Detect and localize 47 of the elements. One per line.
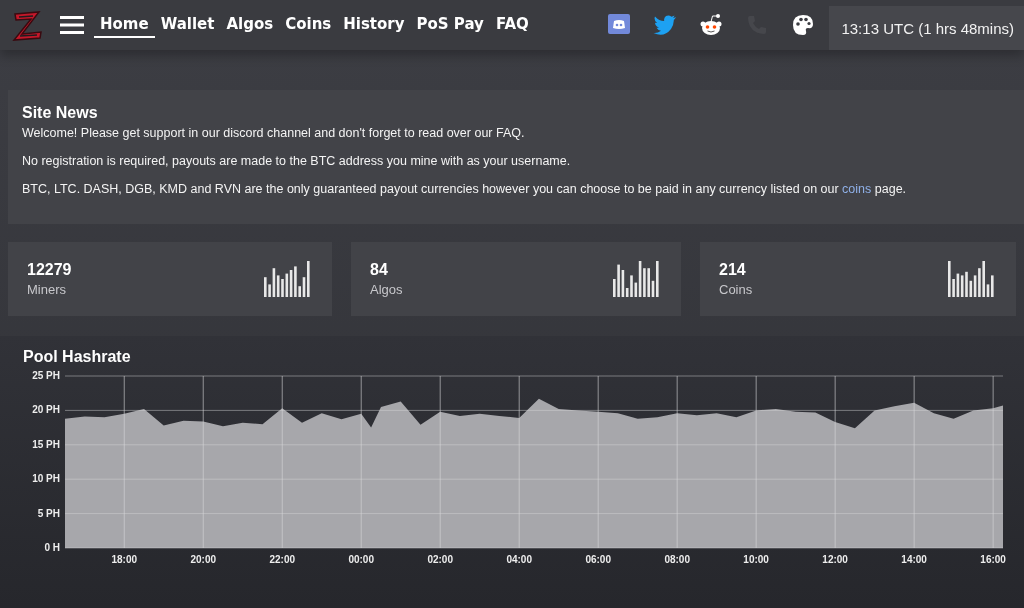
server-time: 13:13 UTC (1 hrs 48mins) (829, 6, 1024, 50)
nav-link[interactable]: Home (94, 12, 155, 38)
reddit-alien-icon[interactable] (699, 13, 724, 37)
x-axis-label: 14:00 (901, 554, 927, 565)
stat-label: Coins (719, 282, 753, 297)
x-axis-label: 18:00 (111, 554, 138, 565)
nav-link[interactable]: History (337, 12, 411, 38)
y-axis-label: 15 PH (32, 438, 60, 450)
y-axis-label: 5 PH (37, 507, 60, 519)
discord-icon[interactable] (607, 13, 632, 37)
x-axis-label: 08:00 (664, 554, 690, 565)
nav-link[interactable]: FAQ (489, 12, 535, 38)
nav-link[interactable]: Algos (220, 12, 280, 38)
x-axis-label: 22:00 (269, 554, 295, 565)
stat-value: 214 (719, 261, 747, 279)
x-axis-label: 06:00 (585, 554, 611, 565)
chart-title: Pool Hashrate (23, 348, 132, 366)
x-axis-label: 02:00 (427, 554, 453, 565)
stat-value: 84 (370, 261, 389, 279)
news-text: page. (874, 182, 907, 196)
stat-label: Miners (27, 282, 67, 297)
palette-icon[interactable] (791, 13, 816, 37)
x-axis-label: 00:00 (348, 554, 374, 565)
stat-label: Algos (370, 282, 403, 297)
nav-link[interactable]: Wallet (154, 12, 221, 38)
x-axis-label: 12:00 (822, 554, 848, 565)
stat-value: 12279 (27, 261, 72, 279)
y-axis-label: 25 PH (32, 370, 60, 381)
sparkline-bars (613, 261, 661, 297)
menu-icon[interactable] (60, 15, 84, 35)
nav-link[interactable]: PoS Pay (410, 12, 490, 38)
x-axis-label: 16:00 (980, 554, 1006, 565)
x-axis-label: 04:00 (506, 554, 532, 565)
news-text: No registration is required, payouts are made to the BTC address you mine with as your username. (22, 154, 572, 168)
coins-link[interactable]: coins (842, 182, 872, 196)
y-axis-label: 20 PH (32, 404, 60, 416)
news-text: Welcome! Please get support in our discord channel and don't forget to read over our FAQ. (22, 126, 526, 140)
sparkline-bars (264, 261, 312, 297)
x-axis-label: 10:00 (743, 554, 769, 565)
sparkline-bars (948, 261, 996, 297)
bird-icon[interactable] (653, 15, 678, 35)
x-axis-label: 20:00 (190, 554, 216, 565)
panel-title: Site News (22, 104, 99, 122)
y-axis-label: 0 H (44, 542, 60, 553)
news-text: BTC, LTC. DASH, DGB, KMD and RVN are the only guaranteed payout currencies however you can choose to be paid in any currency listed on our (22, 182, 839, 196)
y-axis-label: 10 PH (32, 473, 60, 485)
nav-link[interactable]: Coins (279, 12, 338, 38)
